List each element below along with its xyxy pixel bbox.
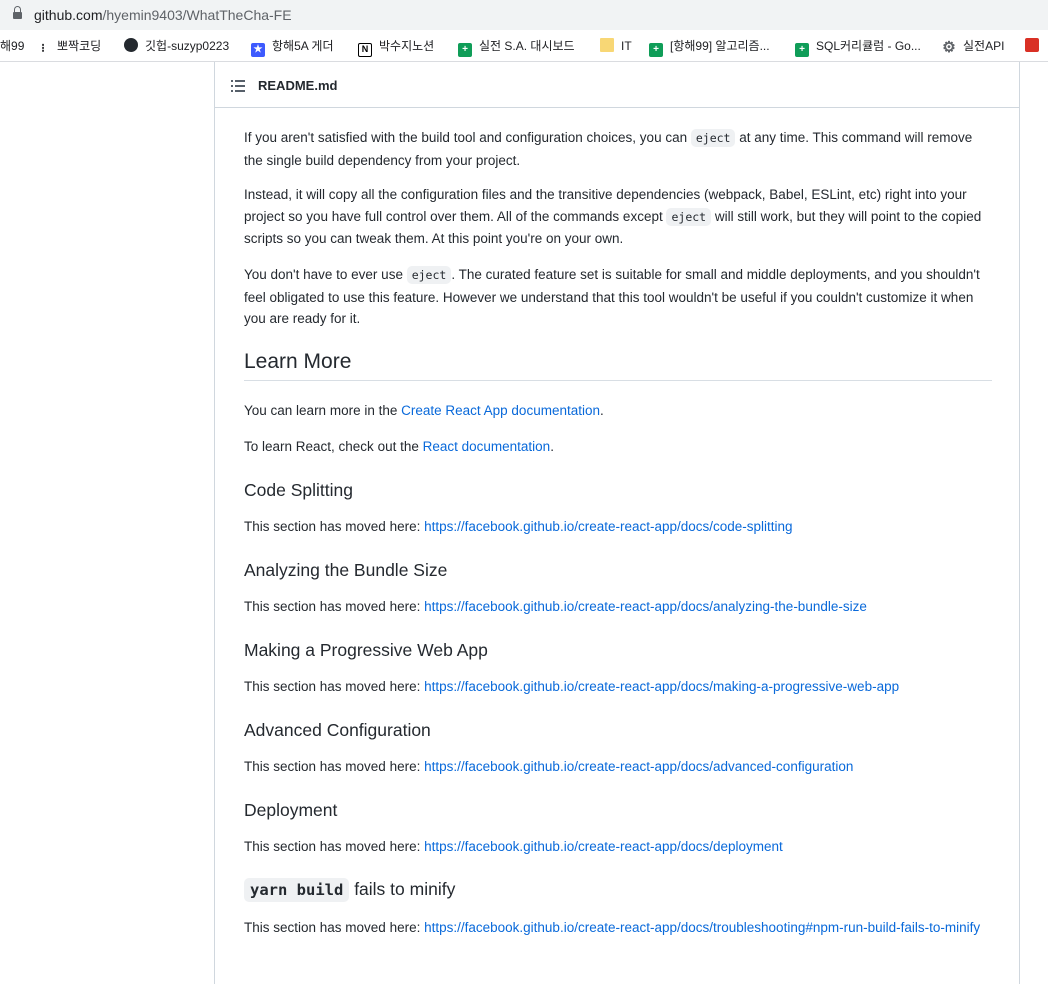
section-paragraph: This section has moved here: https://fac… <box>244 759 854 774</box>
section-paragraph: This section has moved here: https://fac… <box>244 519 793 534</box>
lock-icon[interactable] <box>13 6 22 20</box>
eject-paragraph-2: Instead, it will copy all the configurat… <box>244 187 982 246</box>
section-heading: Deployment <box>244 800 338 820</box>
section-link[interactable]: https://facebook.github.io/create-react-… <box>424 920 980 935</box>
heading-code: yarn build <box>244 878 350 902</box>
bookmark-algorithm[interactable]: + [항해99] 알고리즘... <box>649 38 770 57</box>
bookmark-label: [항해99] 알고리즘... <box>670 39 770 53</box>
bookmark-red[interactable] <box>1025 38 1046 54</box>
section-heading: Analyzing the Bundle Size <box>244 560 448 580</box>
sheets-icon: + <box>458 43 472 57</box>
react-docs-link[interactable]: React documentation <box>423 439 551 454</box>
folder-icon <box>600 38 614 52</box>
learn-more-paragraph-2: To learn React, check out the React docu… <box>244 439 554 454</box>
gear-icon: ⚙ <box>942 39 956 56</box>
dots-icon: ⁝ <box>41 41 45 55</box>
url-text[interactable]: github.com/hyemin9403/WhatTheCha-FE <box>34 7 292 23</box>
bookmark-api[interactable]: ⚙ 실전API <box>942 38 1005 56</box>
learn-more-paragraph-1: You can learn more in the Create React A… <box>244 403 604 418</box>
app-icon: ★ <box>251 43 265 57</box>
book-icon <box>1025 38 1039 52</box>
section-link[interactable]: https://facebook.github.io/create-react-… <box>424 679 899 694</box>
bookmark-label: 실전API <box>963 39 1005 53</box>
list-icon[interactable] <box>231 80 245 92</box>
url-path: /hyemin9403/WhatTheCha-FE <box>102 7 292 23</box>
learn-more-heading: Learn More <box>244 350 992 381</box>
bookmark-label: 깃헙-suzyp0223 <box>145 39 230 53</box>
section-heading: Advanced Configuration <box>244 720 431 740</box>
bookmarks-bar: 해99 ⁝ 뽀짝코딩 깃헙-suzyp0223 ★ 항해5A 게더 N 박수지노션 +… <box>0 30 1048 62</box>
section-paragraph: This section has moved here: https://fac… <box>244 679 900 694</box>
bookmark-label: 실전 S.A. 대시보드 <box>479 39 575 53</box>
section-paragraph: This section has moved here: https://fac… <box>244 839 783 854</box>
bookmark-bbojjak-coding[interactable]: ⁝ 뽀짝코딩 <box>36 38 102 55</box>
section-link[interactable]: https://facebook.github.io/create-react-… <box>424 519 792 534</box>
cra-docs-link[interactable]: Create React App documentation <box>401 403 600 418</box>
sheets-icon: + <box>795 43 809 57</box>
notion-icon: N <box>358 43 372 57</box>
section-link[interactable]: https://facebook.github.io/create-react-… <box>424 839 783 854</box>
eject-paragraph-3: You don't have to ever use eject. The cu… <box>244 266 980 326</box>
eject-paragraph-1: If you aren't satisfied with the build t… <box>244 129 973 168</box>
bookmark-github[interactable]: 깃헙-suzyp0223 <box>124 38 229 54</box>
bookmark-hanghae99[interactable]: 해99 <box>0 38 24 54</box>
readme-panel: README.md If you aren't satisfied with t… <box>214 62 1020 984</box>
bookmark-gather[interactable]: ★ 항해5A 게더 <box>251 38 334 57</box>
readme-header: README.md <box>215 62 1019 108</box>
bookmark-sa-dashboard[interactable]: + 실전 S.A. 대시보드 <box>458 38 575 57</box>
bookmark-label: SQL커리큘럼 - Go... <box>816 39 921 53</box>
readme-filename: README.md <box>258 78 338 93</box>
section-link[interactable]: https://facebook.github.io/create-react-… <box>424 759 853 774</box>
section-heading: Code Splitting <box>244 480 353 500</box>
bookmark-label: IT <box>621 39 632 53</box>
bookmark-label: 뽀짝코딩 <box>57 39 102 53</box>
section-heading: Making a Progressive Web App <box>244 640 488 660</box>
section-paragraph: This section has moved here: https://fac… <box>244 920 981 935</box>
bookmark-label: 해99 <box>0 39 25 53</box>
section-link[interactable]: https://facebook.github.io/create-react-… <box>424 599 867 614</box>
section-heading-minify: yarn build fails to minify <box>244 878 455 902</box>
bookmark-sql[interactable]: + SQL커리큘럼 - Go... <box>795 38 921 57</box>
bookmark-label: 항해5A 게더 <box>272 39 334 53</box>
address-bar[interactable]: github.com/hyemin9403/WhatTheCha-FE <box>0 0 1048 30</box>
github-icon <box>124 38 138 52</box>
bookmark-notion[interactable]: N 박수지노션 <box>358 38 435 57</box>
inline-code: eject <box>666 207 712 226</box>
bookmark-label: 박수지노션 <box>379 39 435 53</box>
inline-code: eject <box>406 266 452 284</box>
bookmark-it-folder[interactable]: IT <box>600 38 632 54</box>
section-paragraph: This section has moved here: https://fac… <box>244 599 867 614</box>
sheets-icon: + <box>649 43 663 57</box>
inline-code: eject <box>690 129 736 147</box>
url-host: github.com <box>34 7 103 23</box>
